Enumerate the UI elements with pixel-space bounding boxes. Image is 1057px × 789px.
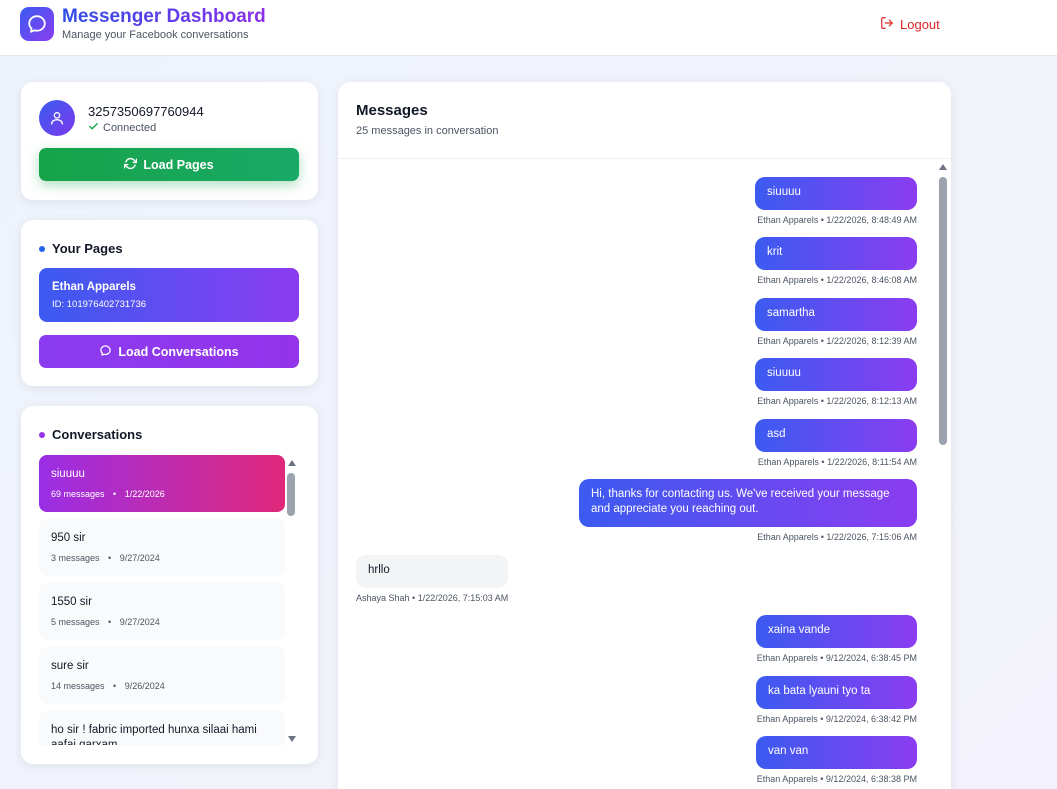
message-bubble-outgoing: krit: [755, 237, 917, 270]
messages-scrollbar[interactable]: [938, 162, 948, 789]
conversation-date: 9/27/2024: [119, 617, 160, 627]
app-title: Messenger Dashboard: [62, 6, 266, 27]
conversation-date: 9/27/2024: [119, 553, 160, 563]
app-subtitle: Manage your Facebook conversations: [62, 29, 249, 41]
message-meta: Ethan Apparels • 9/12/2024, 6:38:38 PM: [756, 774, 917, 784]
message-bubble-outgoing: Hi, thanks for contacting us. We've rece…: [579, 479, 917, 527]
message-bubble-outgoing: xaina vande: [756, 615, 917, 648]
message-meta: Ethan Apparels • 1/22/2026, 8:12:13 AM: [757, 396, 917, 406]
message-count: 14 messages: [51, 681, 105, 691]
load-conversations-label: Load Conversations: [118, 344, 239, 359]
meta-separator: •: [108, 553, 112, 563]
logout-button[interactable]: Logout: [880, 16, 940, 33]
message-meta: Ethan Apparels • 1/22/2026, 8:12:39 AM: [757, 336, 917, 346]
meta-separator: •: [108, 617, 112, 627]
user-id: 3257350697760944: [88, 104, 204, 119]
conversation-name: 1550 sir: [51, 596, 92, 608]
message-bubble-outgoing: van van: [756, 736, 917, 769]
scroll-thumb[interactable]: [287, 473, 295, 516]
message-bubble-outgoing: asd: [755, 419, 917, 452]
load-pages-label: Load Pages: [143, 157, 214, 172]
message-count: 5 messages: [51, 617, 100, 627]
conversation-name: siuuuu: [51, 468, 85, 480]
conversation-meta: 69 messages • 1/22/2026: [51, 489, 165, 499]
app-header: Messenger Dashboard Manage your Facebook…: [0, 0, 1057, 56]
connection-status-label: Connected: [103, 122, 157, 134]
scroll-up-icon[interactable]: [939, 164, 947, 170]
page-id: ID: 101976402731736: [52, 299, 147, 310]
conversations-title: Conversations: [52, 427, 143, 442]
chat-bubble-icon: [99, 344, 112, 360]
conversation-list[interactable]: siuuuu 69 messages • 1/22/2026 950 sir 3…: [39, 455, 285, 745]
message-meta: Ethan Apparels • 1/22/2026, 8:48:49 AM: [757, 215, 917, 225]
scroll-thumb[interactable]: [939, 177, 947, 445]
message-bubble-outgoing: ka bata lyauni tyo ta: [756, 676, 917, 709]
scroll-down-icon[interactable]: [288, 736, 296, 742]
message-thread[interactable]: siuuuu Ethan Apparels • 1/22/2026, 8:48:…: [338, 159, 936, 789]
messages-count: 25 messages in conversation: [356, 125, 499, 137]
logout-icon: [880, 16, 894, 33]
meta-separator: •: [113, 681, 117, 691]
check-icon: [88, 121, 99, 135]
connection-status: Connected: [88, 121, 156, 135]
message-meta: Ethan Apparels • 1/22/2026, 7:15:06 AM: [757, 532, 917, 542]
chat-bubble-icon: [20, 7, 54, 41]
message-meta: Ethan Apparels • 9/12/2024, 6:38:45 PM: [756, 653, 917, 663]
message-count: 3 messages: [51, 553, 100, 563]
conversation-item[interactable]: sure sir 14 messages • 9/26/2024: [39, 647, 285, 704]
bullet-icon: [39, 245, 45, 252]
page-name: Ethan Apparels: [52, 281, 136, 293]
meta-separator: •: [113, 489, 117, 499]
conversation-date: 1/22/2026: [124, 489, 165, 499]
conversation-meta: 5 messages • 9/27/2024: [51, 617, 160, 627]
load-pages-button[interactable]: Load Pages: [39, 148, 299, 181]
messages-card: Messages 25 messages in conversation siu…: [338, 82, 951, 789]
conversations-section-title: Conversations: [39, 427, 142, 442]
load-conversations-button[interactable]: Load Conversations: [39, 335, 299, 368]
scroll-up-icon[interactable]: [288, 460, 296, 466]
logout-label: Logout: [900, 17, 940, 32]
message-bubble-incoming: hrllo: [356, 555, 508, 588]
conversation-date: 9/26/2024: [124, 681, 165, 691]
message-bubble-outgoing: samartha: [755, 298, 917, 331]
conversation-item[interactable]: 1550 sir 5 messages • 9/27/2024: [39, 583, 285, 640]
message-meta: Ashaya Shah • 1/22/2026, 7:15:03 AM: [356, 593, 509, 603]
message-meta: Ethan Apparels • 1/22/2026, 8:11:54 AM: [757, 457, 917, 467]
conversation-item[interactable]: ho sir ! fabric imported hunxa silaai ha…: [39, 711, 285, 745]
conversation-meta: 14 messages • 9/26/2024: [51, 681, 165, 691]
conversation-name: sure sir: [51, 660, 89, 672]
messages-title: Messages: [356, 102, 428, 119]
pages-card: Your Pages Ethan Apparels ID: 1019764027…: [21, 220, 318, 386]
conversation-name: 950 sir: [51, 532, 86, 544]
user-icon: [39, 100, 75, 136]
page-item[interactable]: Ethan Apparels ID: 101976402731736: [39, 268, 299, 322]
conversation-item-active[interactable]: siuuuu 69 messages • 1/22/2026: [39, 455, 285, 512]
account-card: 3257350697760944 Connected Load Pages: [21, 82, 318, 200]
conversations-card: Conversations siuuuu 69 messages • 1/22/…: [21, 406, 318, 764]
bullet-icon: [39, 431, 45, 438]
message-count: 69 messages: [51, 489, 105, 499]
message-bubble-outgoing: siuuuu: [755, 177, 917, 210]
refresh-icon: [124, 157, 138, 173]
message-bubble-outgoing: siuuuu: [755, 358, 917, 391]
pages-title: Your Pages: [52, 241, 123, 256]
conversation-name: ho sir ! fabric imported hunxa silaai ha…: [51, 724, 257, 745]
conversation-scrollbar[interactable]: [287, 458, 296, 742]
message-meta: Ethan Apparels • 1/22/2026, 8:46:08 AM: [757, 275, 917, 285]
message-meta: Ethan Apparels • 9/12/2024, 6:38:42 PM: [756, 714, 917, 724]
pages-section-title: Your Pages: [39, 241, 123, 256]
conversation-item[interactable]: 950 sir 3 messages • 9/27/2024: [39, 519, 285, 576]
conversation-meta: 3 messages • 9/27/2024: [51, 553, 160, 563]
